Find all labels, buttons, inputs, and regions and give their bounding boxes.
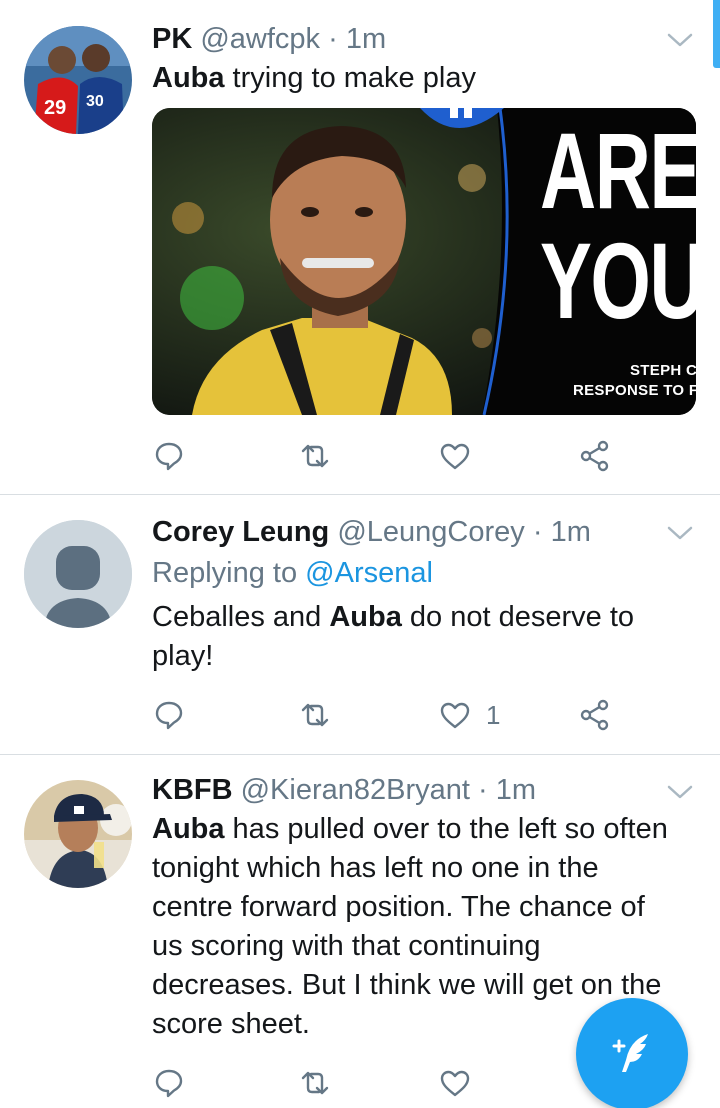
media-caption-2: RESPONSE TO F <box>573 382 696 399</box>
handle[interactable]: @LeungCorey <box>337 516 524 548</box>
retweet-icon <box>301 703 329 727</box>
chevron-down-icon[interactable] <box>666 523 694 543</box>
share-button[interactable] <box>578 695 612 735</box>
tweet-body: KBFB @Kieran82Bryant · 1m Auba has pulle… <box>152 772 680 1044</box>
like-icon <box>440 443 470 470</box>
tweet-actions: 1 <box>152 695 632 735</box>
tweet-actions <box>152 1063 632 1103</box>
compose-tweet-icon <box>612 1034 648 1072</box>
tweet-text-rest: trying to make play <box>224 62 476 94</box>
default-profile-icon <box>24 520 132 628</box>
reply-button[interactable] <box>152 695 186 735</box>
display-name[interactable]: Corey Leung <box>152 516 329 548</box>
retweet-button[interactable] <box>298 436 332 476</box>
retweet-icon <box>301 444 329 468</box>
share-button[interactable] <box>578 436 612 476</box>
like-count: 1 <box>486 699 501 730</box>
tweet-media-image[interactable]: AREN YOU 3 STEPH C RESPONSE TO F <box>152 108 696 415</box>
tweet-item[interactable]: 29 30 PK @awfcpk · 1m Auba trying to mak… <box>0 0 720 495</box>
replying-to: Replying to @Arsenal <box>152 553 680 593</box>
retweet-icon <box>301 1071 329 1095</box>
tweet-text: Ceballes and Auba do not deserve to play… <box>152 598 680 676</box>
reply-button[interactable] <box>152 1063 186 1103</box>
tweet-item[interactable]: Corey Leung @LeungCorey · 1m Replying to… <box>0 495 720 755</box>
media-headline-1: AREN <box>540 110 696 231</box>
tweet-header: PK @awfcpk · 1m <box>152 21 680 57</box>
svg-text:30: 30 <box>86 93 104 110</box>
replying-to-label: Replying to <box>152 557 298 589</box>
tweet-body: Corey Leung @LeungCorey · 1m Replying to… <box>152 514 680 676</box>
retweet-button[interactable] <box>298 695 332 735</box>
reply-button[interactable] <box>152 436 186 476</box>
tweet-header: KBFB @Kieran82Bryant · 1m <box>152 772 680 808</box>
tweet-text-pre: Ceballes and <box>152 601 330 633</box>
share-icon <box>580 440 609 472</box>
display-name[interactable]: PK <box>152 23 192 55</box>
chevron-down-icon[interactable] <box>666 782 694 802</box>
tweet-header: Corey Leung @LeungCorey · 1m <box>152 514 680 550</box>
avatar[interactable] <box>24 520 132 628</box>
timestamp[interactable]: 1m <box>346 23 386 55</box>
tweet-text-rest: has pulled over to the left so often ton… <box>152 813 668 1040</box>
chevron-down-icon[interactable] <box>666 30 694 50</box>
tweet-body: PK @awfcpk · 1m Auba trying to make play <box>152 21 680 98</box>
separator: · <box>328 23 338 55</box>
reply-icon <box>155 701 183 730</box>
highlight-term: Auba <box>329 601 402 633</box>
separator: · <box>478 774 488 806</box>
media-headline-2: YOU 3 <box>540 220 696 341</box>
separator: · <box>532 516 543 548</box>
timestamp[interactable]: 1m <box>551 516 591 548</box>
replying-to-handle[interactable]: @Arsenal <box>305 557 433 589</box>
like-icon <box>440 1070 470 1097</box>
like-icon <box>440 702 470 729</box>
svg-text:29: 29 <box>44 97 66 119</box>
highlight-term: Auba <box>152 62 225 94</box>
avatar[interactable]: 29 30 <box>24 26 132 134</box>
reply-icon <box>155 1069 183 1098</box>
handle[interactable]: @Kieran82Bryant <box>241 774 470 806</box>
share-icon <box>580 699 609 731</box>
like-button[interactable] <box>438 436 486 476</box>
reply-icon <box>155 442 183 471</box>
timestamp[interactable]: 1m <box>496 774 536 806</box>
highlight-term: Auba <box>152 813 225 845</box>
avatar[interactable] <box>24 780 132 888</box>
retweet-button[interactable] <box>298 1063 332 1103</box>
tweet-actions <box>152 436 632 476</box>
compose-tweet-button[interactable] <box>576 998 688 1108</box>
handle[interactable]: @awfcpk <box>200 23 320 55</box>
display-name[interactable]: KBFB <box>152 774 233 806</box>
like-button[interactable] <box>438 1063 486 1103</box>
like-button[interactable]: 1 <box>438 695 500 735</box>
tweet-text: Auba trying to make play <box>152 59 680 98</box>
media-caption-1: STEPH C <box>630 362 696 379</box>
